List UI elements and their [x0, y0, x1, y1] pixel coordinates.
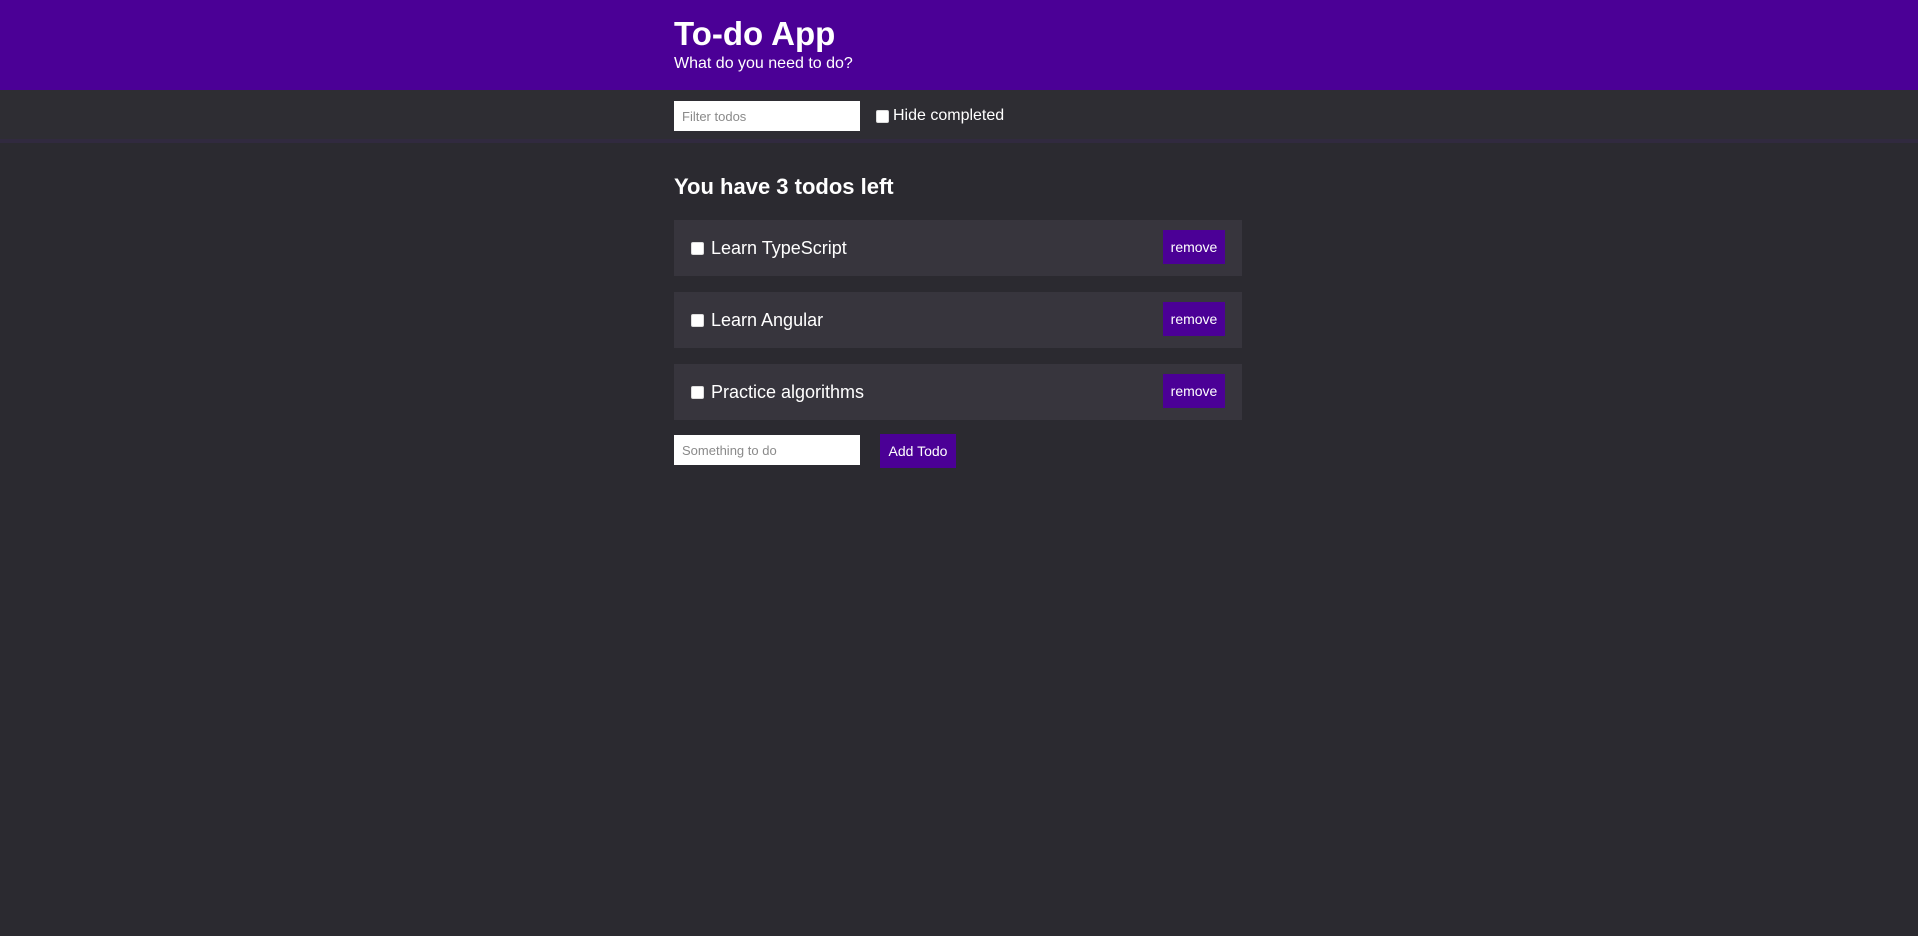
todo-item: Learn Angular remove: [674, 292, 1242, 348]
todo-item: Practice algorithms remove: [674, 364, 1242, 420]
remove-button[interactable]: remove: [1163, 374, 1225, 408]
todo-checkbox[interactable]: [691, 241, 704, 255]
new-todo-input[interactable]: [674, 435, 860, 465]
remove-button[interactable]: remove: [1163, 230, 1225, 264]
add-todo-row: Add Todo: [674, 434, 1242, 468]
filter-toolbar: Hide completed: [0, 90, 1918, 143]
hide-completed-toggle[interactable]: Hide completed: [876, 106, 1004, 126]
todo-checkbox[interactable]: [691, 385, 704, 399]
hide-completed-checkbox[interactable]: [876, 109, 889, 123]
app-header: To-do App What do you need to do?: [0, 0, 1918, 90]
todo-label: Practice algorithms: [711, 381, 865, 402]
app-title: To-do App: [674, 15, 836, 52]
filter-todos-input[interactable]: [674, 101, 860, 131]
todo-label: Learn TypeScript: [711, 237, 847, 258]
todo-list: Learn TypeScript remove Learn Angular re…: [674, 220, 1242, 420]
app-subtitle: What do you need to do?: [674, 55, 853, 72]
header-content: To-do App What do you need to do?: [674, 15, 853, 74]
todo-item: Learn TypeScript remove: [674, 220, 1242, 276]
remove-button[interactable]: remove: [1163, 302, 1225, 336]
main-content: You have 3 todos left Learn TypeScript r…: [674, 172, 1242, 468]
todos-left-heading: You have 3 todos left: [674, 174, 894, 199]
hide-completed-label: Hide completed: [893, 107, 1005, 124]
todo-checkbox[interactable]: [691, 313, 704, 327]
add-todo-button[interactable]: Add Todo: [880, 434, 956, 468]
todo-label: Learn Angular: [711, 309, 824, 330]
